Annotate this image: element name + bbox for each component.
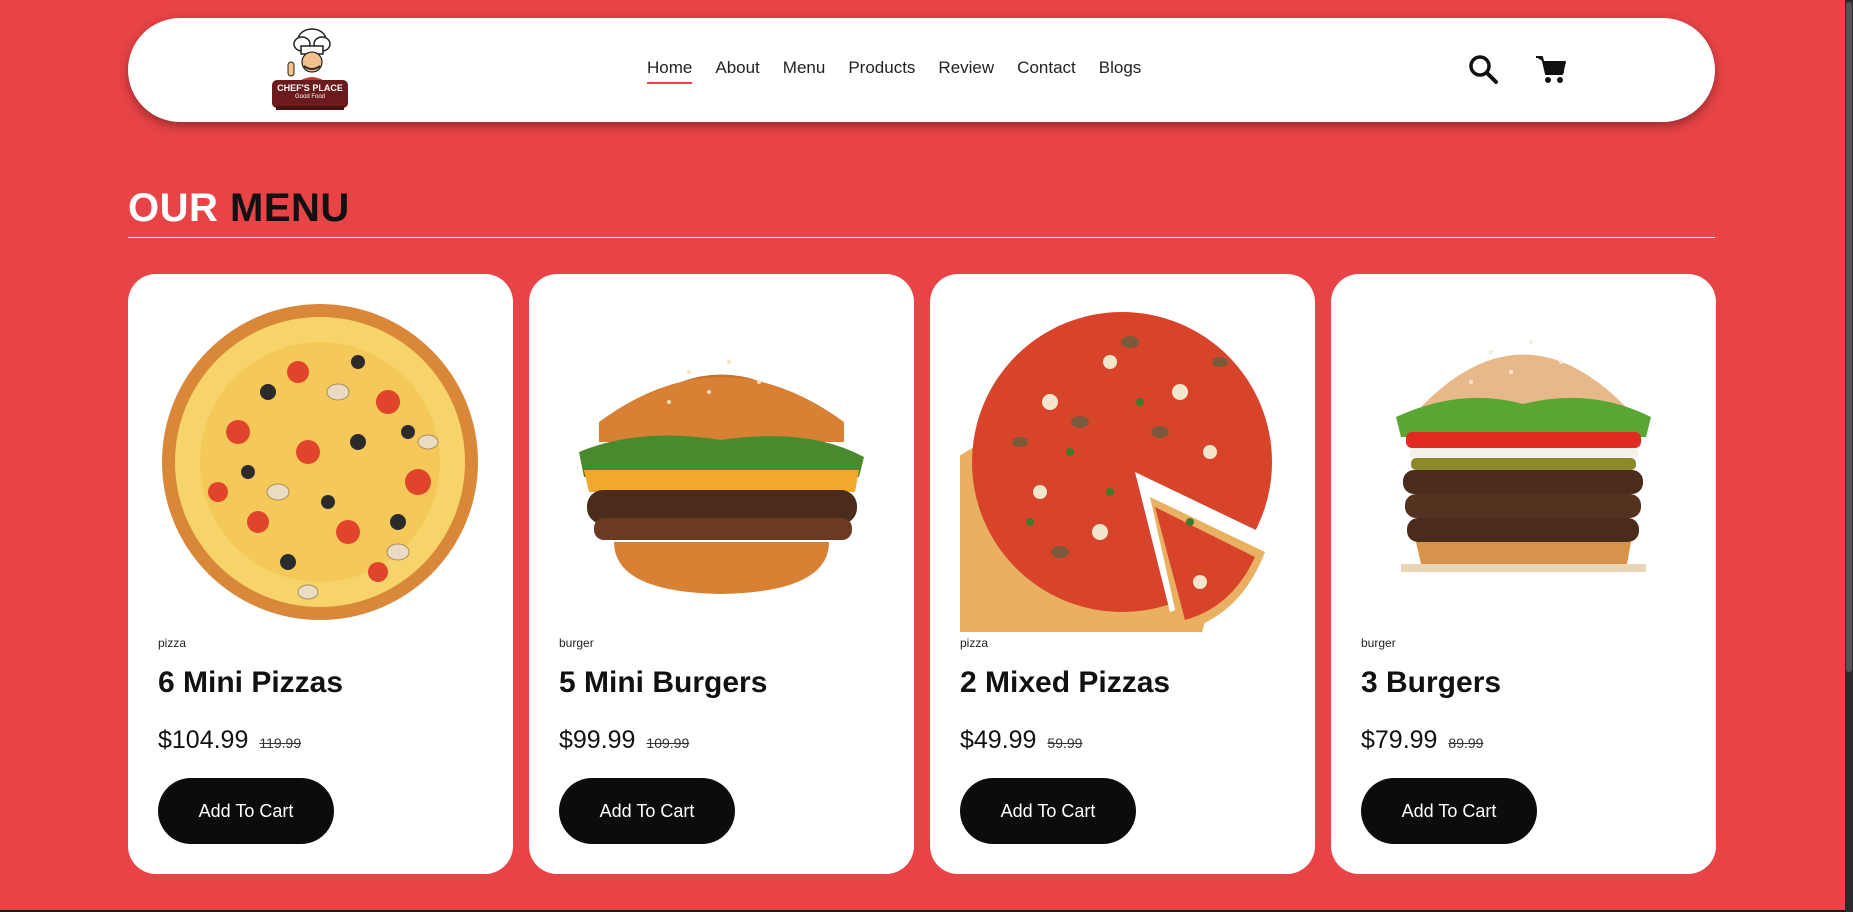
product-price: $49.99 59.99 (960, 726, 1082, 755)
current-price: $79.99 (1361, 726, 1438, 754)
add-to-cart-button[interactable]: Add To Cart (559, 778, 735, 844)
navbar: CHEF'S PLACE Good Food Home About Menu P… (128, 18, 1715, 122)
product-category: pizza (960, 636, 989, 650)
search-icon (1469, 55, 1498, 84)
old-price: 119.99 (259, 735, 302, 751)
old-price: 59.99 (1047, 735, 1083, 751)
product-category: burger (1361, 636, 1396, 650)
triple-burger-image (1396, 340, 1651, 572)
current-price: $99.99 (559, 726, 636, 754)
cart-button[interactable] (1534, 52, 1568, 86)
section-title-part2: MENU (230, 186, 350, 230)
nav-review[interactable]: Review (938, 58, 994, 84)
pizza-image (162, 304, 478, 620)
product-name: 3 Burgers (1361, 666, 1502, 699)
product-card: burger 5 Mini Burgers $99.99 109.99 Add … (529, 274, 914, 874)
product-name: 5 Mini Burgers (559, 666, 768, 699)
search-button[interactable] (1466, 52, 1500, 86)
main-nav: Home About Menu Products Review Contact … (647, 58, 1141, 84)
section-title-part1: OUR (128, 186, 219, 230)
pizza-slice-image (960, 312, 1272, 632)
nav-menu[interactable]: Menu (783, 58, 826, 84)
old-price: 109.99 (646, 735, 690, 751)
nav-blogs[interactable]: Blogs (1099, 58, 1142, 84)
product-price: $99.99 109.99 (559, 726, 689, 755)
product-category: burger (559, 636, 594, 650)
section-title: OUR MENU (128, 186, 350, 231)
add-to-cart-button[interactable]: Add To Cart (158, 778, 334, 844)
nav-contact[interactable]: Contact (1017, 58, 1076, 84)
scrollbar[interactable] (1845, 0, 1853, 912)
product-card: burger 3 Burgers $79.99 89.99 Add To Car… (1331, 274, 1716, 874)
burger-image (579, 360, 864, 594)
page: CHEF'S PLACE Good Food Home About Menu P… (0, 0, 1845, 910)
product-name: 6 Mini Pizzas (158, 666, 344, 699)
add-to-cart-button[interactable]: Add To Cart (1361, 778, 1537, 844)
product-category: pizza (158, 636, 187, 650)
product-card: pizza 2 Mixed Pizzas $49.99 59.99 Add To… (930, 274, 1315, 874)
nav-home[interactable]: Home (647, 58, 693, 84)
old-price: 89.99 (1448, 735, 1484, 751)
nav-products[interactable]: Products (848, 58, 915, 84)
section-divider (128, 237, 1715, 238)
scrollbar-thumb[interactable] (1846, 2, 1852, 672)
logo-subtitle: Good Food (294, 94, 326, 100)
chef-logo-icon (272, 28, 348, 110)
current-price: $104.99 (158, 726, 249, 754)
product-grid: pizza 6 Mini Pizzas $104.99 119.99 Add T… (128, 274, 1716, 874)
product-price: $104.99 119.99 (158, 726, 301, 755)
product-name: 2 Mixed Pizzas (960, 666, 1171, 699)
product-price: $79.99 89.99 (1361, 726, 1483, 755)
product-card: pizza 6 Mini Pizzas $104.99 119.99 Add T… (128, 274, 513, 874)
nav-about[interactable]: About (715, 58, 759, 84)
add-to-cart-button[interactable]: Add To Cart (960, 778, 1136, 844)
current-price: $49.99 (960, 726, 1037, 754)
logo-text: CHEF'S PLACE Good Food (276, 80, 344, 101)
logo[interactable]: CHEF'S PLACE Good Food (266, 26, 354, 116)
cart-icon (1536, 56, 1566, 83)
logo-title: CHEF'S PLACE (277, 83, 343, 93)
